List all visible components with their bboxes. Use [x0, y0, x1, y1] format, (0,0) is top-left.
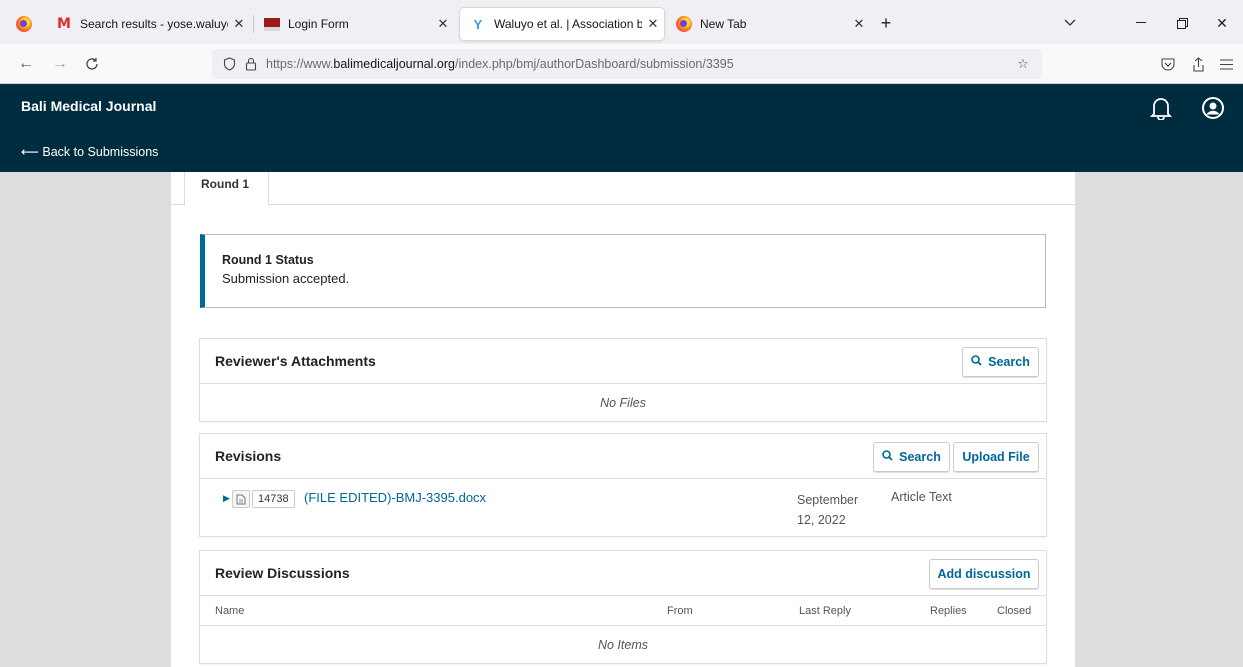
- lock-icon[interactable]: [240, 57, 262, 71]
- file-name-link[interactable]: (FILE EDITED)-BMJ-3395.docx: [304, 490, 486, 505]
- minimize-icon[interactable]: [1127, 10, 1155, 36]
- search-icon: [971, 355, 982, 369]
- round-status-text: Submission accepted.: [222, 271, 350, 286]
- browser-tab-login-form[interactable]: Login Form ✕: [254, 8, 454, 40]
- file-id: 14738: [252, 490, 295, 508]
- tab-title: Search results - yose.waluyo@m: [80, 17, 228, 31]
- page-content: Round 1 Round 1 Status Submission accept…: [0, 172, 1243, 667]
- expand-caret-icon[interactable]: ▶: [223, 493, 230, 504]
- upload-file-button[interactable]: Upload File: [953, 442, 1039, 472]
- browser-tab-new-tab[interactable]: New Tab ✕: [666, 8, 870, 40]
- empty-message: No Files: [600, 395, 646, 410]
- round-status-box: Round 1 Status Submission accepted.: [200, 234, 1046, 308]
- back-arrow-icon[interactable]: ←: [14, 52, 38, 76]
- file-type: Article Text: [891, 490, 952, 504]
- url-text: https://www.balimedicaljournal.org/index…: [266, 57, 734, 71]
- firefox-icon: [16, 16, 32, 32]
- shield-icon[interactable]: [218, 57, 240, 71]
- share-icon[interactable]: [1186, 52, 1210, 76]
- login-form-icon: [264, 16, 280, 32]
- column-closed: Closed: [997, 605, 1032, 617]
- browser-tab-bar: M Search results - yose.waluyo@m ✕ Login…: [0, 0, 1243, 44]
- bell-icon[interactable]: [1149, 96, 1174, 121]
- firefox-icon: [676, 16, 692, 32]
- file-date: September 12, 2022: [797, 493, 859, 527]
- column-last-reply: Last Reply: [799, 605, 851, 617]
- browser-tab-active[interactable]: Y Waluyo et al. | Association betw ✕: [460, 8, 664, 40]
- close-tab-icon[interactable]: ✕: [642, 16, 664, 32]
- reviewer-attachments-grid: Reviewer's Attachments Search No Files: [200, 339, 1046, 421]
- site-header: Bali Medical Journal ⟵ Back to Submissio…: [0, 84, 1243, 172]
- bookmark-star-icon[interactable]: ☆: [1012, 56, 1034, 72]
- search-button[interactable]: Search: [873, 442, 950, 472]
- search-icon: [882, 450, 893, 464]
- user-account-icon[interactable]: [1201, 96, 1225, 120]
- list-tabs-icon[interactable]: [1056, 10, 1084, 36]
- empty-message: No Items: [597, 637, 648, 652]
- reload-icon[interactable]: [80, 52, 104, 76]
- pocket-icon[interactable]: [1156, 52, 1180, 76]
- close-tab-icon[interactable]: ✕: [432, 16, 454, 32]
- gmail-icon: M: [57, 16, 71, 32]
- new-tab-icon[interactable]: +: [872, 10, 900, 36]
- round-tabs: Round 1: [171, 172, 1075, 206]
- grid-header: Revisions Search Upload File: [200, 434, 1046, 479]
- grid-title: Revisions: [215, 448, 282, 464]
- table-header: Name From Last Reply Replies Closed: [200, 596, 1046, 626]
- column-from: From: [667, 605, 693, 617]
- firefox-view-button[interactable]: [6, 8, 46, 40]
- tab-title: Waluyo et al. | Association betw: [494, 17, 642, 31]
- forward-arrow-icon[interactable]: →: [48, 52, 72, 76]
- round-status-title: Round 1 Status: [222, 253, 314, 267]
- grid-header: Reviewer's Attachments Search: [200, 339, 1046, 384]
- review-discussions-grid: Review Discussions Add discussion Name F…: [200, 551, 1046, 663]
- grid-title: Reviewer's Attachments: [215, 353, 376, 369]
- document-icon: [232, 490, 250, 508]
- browser-tab-gmail[interactable]: M Search results - yose.waluyo@m ✕: [46, 8, 250, 40]
- add-discussion-button[interactable]: Add discussion: [929, 559, 1039, 589]
- column-replies: Replies: [930, 605, 967, 617]
- menu-icon[interactable]: [1214, 52, 1238, 76]
- close-window-icon[interactable]: ✕: [1208, 10, 1236, 36]
- search-button[interactable]: Search: [962, 347, 1039, 377]
- tab-title: Login Form: [288, 17, 349, 31]
- back-to-submissions-link[interactable]: ⟵ Back to Submissions: [21, 144, 158, 159]
- restore-icon[interactable]: [1168, 10, 1196, 36]
- workflow-panel: Round 1 Round 1 Status Submission accept…: [171, 172, 1075, 667]
- revisions-grid: Revisions Search Upload File ▶ 14738 (FI…: [200, 434, 1046, 536]
- ojs-icon: Y: [473, 16, 483, 32]
- tab-round-1[interactable]: Round 1: [184, 172, 269, 206]
- url-bar[interactable]: https://www.balimedicaljournal.org/index…: [212, 49, 1042, 79]
- column-name: Name: [215, 605, 245, 617]
- tab-title: New Tab: [700, 17, 747, 31]
- browser-nav-bar: ← → https://www.balimedicaljournal.org/i…: [0, 44, 1243, 84]
- close-tab-icon[interactable]: ✕: [848, 16, 870, 32]
- grid-title: Review Discussions: [215, 565, 350, 581]
- grid-header: Review Discussions Add discussion: [200, 551, 1046, 596]
- journal-title[interactable]: Bali Medical Journal: [21, 98, 156, 114]
- file-row: ▶ 14738 (FILE EDITED)-BMJ-3395.docx Sept…: [200, 479, 1046, 536]
- close-tab-icon[interactable]: ✕: [228, 16, 250, 32]
